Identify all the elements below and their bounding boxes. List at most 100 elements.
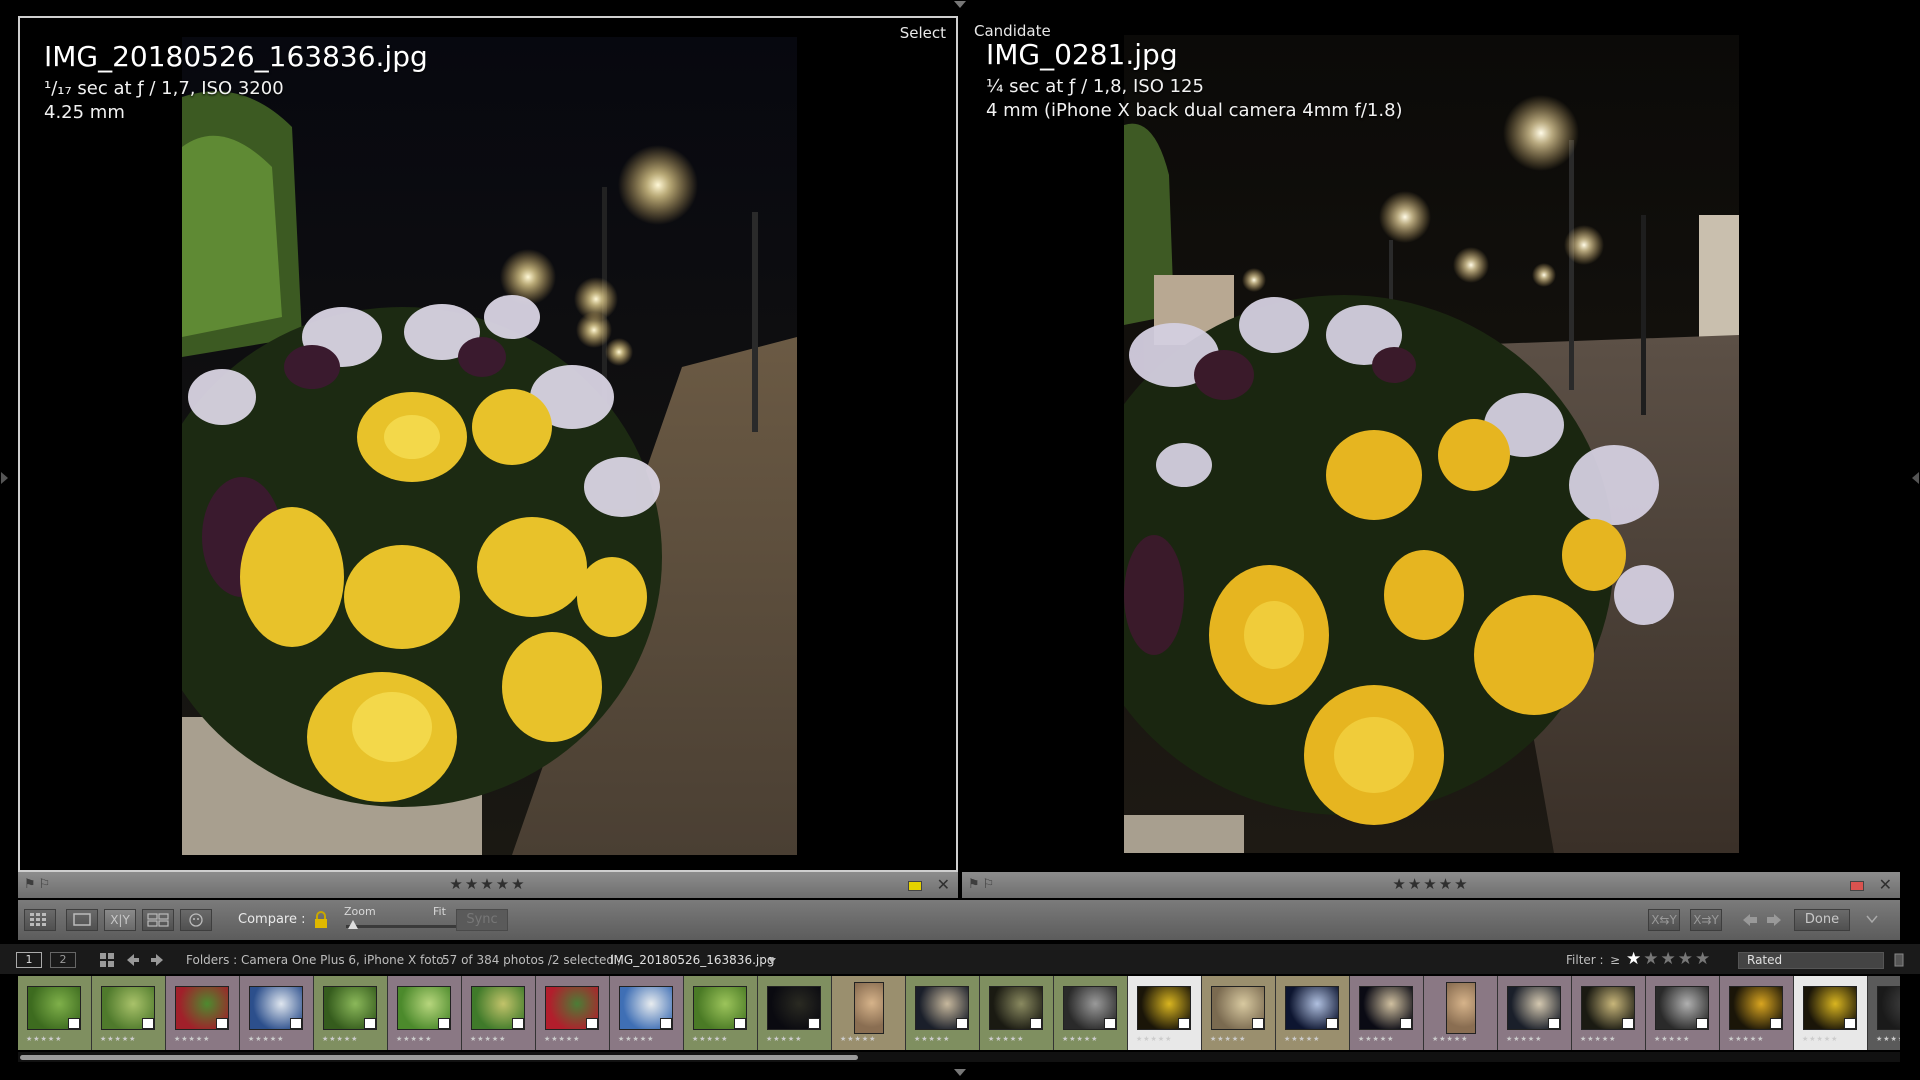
next-arrow-icon[interactable] xyxy=(1766,913,1782,927)
filmstrip-thumbnail[interactable]: ★★★★★ xyxy=(166,976,240,1050)
grid-icon[interactable] xyxy=(100,953,114,967)
filmstrip-thumbnail[interactable]: ★★★★★ xyxy=(1498,976,1572,1050)
edit-badge-icon xyxy=(142,1018,154,1029)
filter-operator[interactable]: ≥ xyxy=(1610,953,1620,967)
filmstrip-thumbnail[interactable]: ★★★★★ xyxy=(610,976,684,1050)
select-label: Select xyxy=(899,24,946,42)
candidate-pane[interactable]: Candidate IMG_0281.jpg ¼ sec at ƒ / 1,8,… xyxy=(962,16,1900,872)
current-filename[interactable]: IMG_20180526_163836.jpg xyxy=(610,953,774,967)
folder-path[interactable]: Folders : Camera One Plus 6, iPhone X fo… xyxy=(186,953,444,967)
filmstrip-thumbnail[interactable]: ★★★★★ xyxy=(1054,976,1128,1050)
filmstrip-thumbnail[interactable]: ★★★★★ xyxy=(1720,976,1794,1050)
filmstrip-thumbnail[interactable]: ★★★★★ xyxy=(758,976,832,1050)
photo-count: 57 of 384 photos /2 selected / xyxy=(442,953,622,967)
done-button[interactable]: Done xyxy=(1794,909,1850,931)
thumbnail-stars: ★★★★★ xyxy=(26,1035,63,1043)
select-color-label[interactable] xyxy=(908,881,922,891)
thumbnail-stars: ★★★★★ xyxy=(1654,1035,1691,1043)
select-close-icon[interactable]: ✕ xyxy=(937,875,950,894)
left-panel-toggle-icon[interactable] xyxy=(0,470,10,486)
candidate-color-label[interactable] xyxy=(1850,881,1864,891)
survey-view-button[interactable] xyxy=(142,909,174,931)
edit-badge-icon xyxy=(364,1018,376,1029)
select-pane-footer: ⚑⚐ ★★★★★ ✕ xyxy=(18,872,958,898)
filmstrip-thumbnail[interactable]: ★★★★★ xyxy=(314,976,388,1050)
swap-button[interactable]: X⇆Y xyxy=(1648,909,1680,931)
forward-arrow-icon[interactable] xyxy=(150,953,164,967)
compare-view-button[interactable]: X|Y xyxy=(104,909,136,931)
filmstrip-thumbnail[interactable]: ★★★★★ xyxy=(684,976,758,1050)
loupe-view-button[interactable] xyxy=(66,909,98,931)
thumbnail-image xyxy=(1877,986,1900,1030)
back-arrow-icon[interactable] xyxy=(126,953,140,967)
filmstrip-thumbnail[interactable]: ★★★★★ xyxy=(536,976,610,1050)
filmstrip[interactable]: ★★★★★ ★★★★★ ★★★★★ ★★★★★ ★★★★★ ★★★★★ ★★★★★ ★★★★★… xyxy=(18,976,1900,1050)
sync-button[interactable]: Sync xyxy=(456,909,508,931)
edit-badge-icon xyxy=(1696,1018,1708,1029)
thumbnail-stars: ★★★★★ xyxy=(1802,1035,1839,1043)
filmstrip-thumbnail[interactable]: ★★★★★ xyxy=(1276,976,1350,1050)
filmstrip-thumbnail[interactable]: ★★★★★ xyxy=(832,976,906,1050)
filmstrip-thumbnail[interactable]: ★★★★★ xyxy=(1202,976,1276,1050)
grid-view-button[interactable] xyxy=(24,909,56,931)
people-view-button[interactable] xyxy=(180,909,212,931)
previous-arrow-icon[interactable] xyxy=(1742,913,1758,927)
window-1-button[interactable]: 1 xyxy=(16,952,42,968)
filter-preset-select[interactable]: Rated xyxy=(1738,952,1884,969)
thumbnail-image xyxy=(854,982,884,1034)
lock-icon[interactable] xyxy=(314,910,328,930)
window-2-button[interactable]: 2 xyxy=(50,952,76,968)
zoom-slider-track[interactable] xyxy=(346,925,466,928)
edit-badge-icon xyxy=(660,1018,672,1029)
edit-badge-icon xyxy=(1622,1018,1634,1029)
candidate-focal-length: 4 mm (iPhone X back dual camera 4mm f/1.… xyxy=(986,100,1403,121)
edit-badge-icon xyxy=(216,1018,228,1029)
filmstrip-thumbnail[interactable]: ★★★★★ xyxy=(18,976,92,1050)
thumbnail-stars: ★★★★★ xyxy=(618,1035,655,1043)
filmstrip-thumbnail[interactable]: ★★★★★ xyxy=(240,976,314,1050)
filmstrip-thumbnail[interactable]: ★★★★★ xyxy=(462,976,536,1050)
thumbnail-stars: ★★★★★ xyxy=(544,1035,581,1043)
candidate-pane-footer: ⚑⚐ ★★★★★ ✕ xyxy=(962,872,1900,898)
filmstrip-thumbnail[interactable]: ★★★★★ xyxy=(1128,976,1202,1050)
thumbnail-stars: ★★★★★ xyxy=(248,1035,285,1043)
thumbnail-image xyxy=(1446,982,1476,1034)
filter-toggle-icon[interactable] xyxy=(1894,952,1904,968)
filmstrip-thumbnail[interactable]: ★★★★★ xyxy=(1572,976,1646,1050)
filmstrip-thumbnail[interactable]: ★★★★★ xyxy=(1794,976,1868,1050)
toolbar-options-chevron-icon[interactable] xyxy=(1866,914,1878,924)
select-flag-icons[interactable]: ⚑⚐ xyxy=(24,877,53,892)
filmstrip-thumbnail[interactable]: ★★★★★ xyxy=(92,976,166,1050)
filter-label: Filter : xyxy=(1566,953,1604,967)
candidate-photo[interactable] xyxy=(1124,35,1739,853)
filmstrip-thumbnail[interactable]: ★★★★★ xyxy=(1350,976,1424,1050)
filmstrip-thumbnail[interactable]: ★★★★★ xyxy=(980,976,1054,1050)
candidate-flag-icons[interactable]: ⚑⚐ xyxy=(968,877,997,892)
top-panel-toggle-icon[interactable] xyxy=(952,0,968,10)
filmstrip-thumbnail[interactable]: ★★★★★ xyxy=(1646,976,1720,1050)
edit-badge-icon xyxy=(1178,1018,1190,1029)
filter-rating-stars[interactable]: ★★★★★★★★★★ xyxy=(1626,949,1712,969)
thumbnail-stars: ★★★★★ xyxy=(470,1035,507,1043)
filename-dropdown-icon[interactable] xyxy=(768,958,776,964)
edit-badge-icon xyxy=(1104,1018,1116,1029)
compare-toolbar: X|Y Compare : Zoom Fit Sync X⇆Y X⇉Y Done xyxy=(18,900,1900,940)
candidate-rating-stars[interactable]: ★★★★★ xyxy=(1392,875,1469,893)
thumbnail-stars: ★★★★★ xyxy=(100,1035,137,1043)
filmstrip-thumbnail[interactable]: ★★★★★ xyxy=(388,976,462,1050)
filmstrip-scrollbar[interactable] xyxy=(18,1052,1900,1062)
right-panel-toggle-icon[interactable] xyxy=(1910,470,1920,486)
select-pane[interactable]: Select IMG_20180526_163836.jpg ¹/₁₇ sec … xyxy=(18,16,958,872)
bottom-panel-toggle-icon[interactable] xyxy=(952,1068,968,1078)
filmstrip-thumbnail[interactable]: ★★★★★ xyxy=(1868,976,1900,1050)
select-photo[interactable] xyxy=(182,37,797,855)
select-rating-stars[interactable]: ★★★★★ xyxy=(449,875,526,893)
candidate-close-icon[interactable]: ✕ xyxy=(1879,875,1892,894)
make-select-button[interactable]: X⇉Y xyxy=(1690,909,1722,931)
select-exposure: ¹/₁₇ sec at ƒ / 1,7, ISO 3200 xyxy=(44,78,284,99)
filmstrip-thumbnail[interactable]: ★★★★★ xyxy=(906,976,980,1050)
filmstrip-thumbnail[interactable]: ★★★★★ xyxy=(1424,976,1498,1050)
filmstrip-scroll-thumb[interactable] xyxy=(20,1055,858,1060)
loupe-view-icon xyxy=(73,913,91,926)
zoom-slider-handle[interactable] xyxy=(348,920,358,929)
